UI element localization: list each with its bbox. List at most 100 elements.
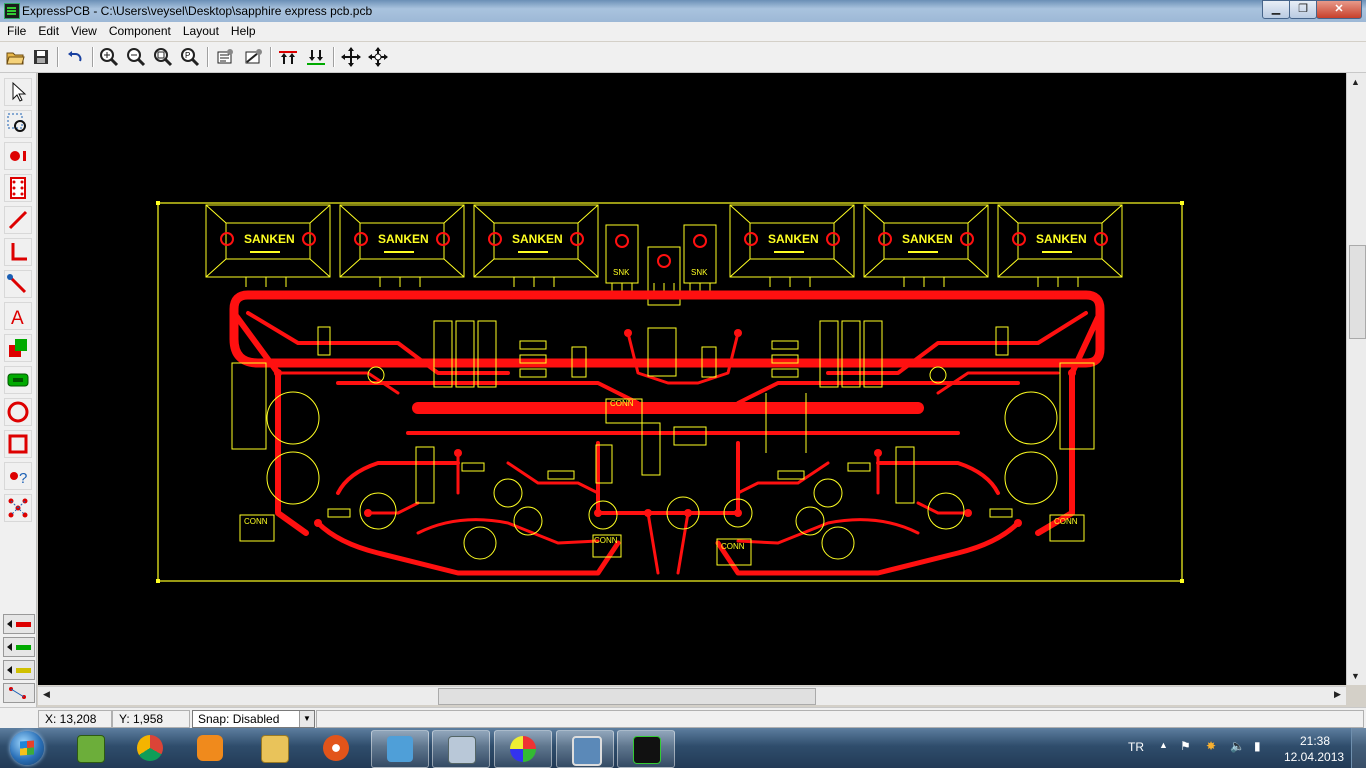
trace-icon[interactable] — [4, 206, 32, 234]
taskbar-app[interactable] — [371, 730, 429, 768]
start-button[interactable] — [4, 728, 52, 768]
taskbar-app[interactable] — [246, 730, 302, 766]
filled-shape-icon[interactable] — [4, 334, 32, 362]
pad — [274, 369, 282, 377]
sanken-transistor: SANKEN — [205, 204, 331, 287]
trace-properties-icon[interactable] — [242, 46, 264, 68]
scroll-up-icon[interactable]: ▲ — [1351, 77, 1360, 87]
zoom-select-icon[interactable] — [4, 110, 32, 138]
pad — [914, 404, 922, 412]
text-icon[interactable]: A — [4, 302, 32, 330]
pad — [786, 291, 794, 299]
top-layer-icon[interactable] — [277, 46, 299, 68]
snk-transistor: SNK — [683, 224, 717, 299]
menu-bar: File Edit View Component Layout Help — [0, 22, 1366, 41]
taskbar-app[interactable] — [308, 730, 364, 766]
taskbar-app-expresspcb[interactable] — [617, 730, 675, 768]
scroll-down-icon[interactable]: ▼ — [1351, 671, 1360, 681]
rotate-icon[interactable] — [367, 46, 389, 68]
help-icon[interactable]: ? — [4, 462, 32, 490]
zoom-previous-icon[interactable]: P — [179, 46, 201, 68]
x-coordinate: X: 13,208 — [38, 710, 112, 728]
pad — [940, 291, 948, 299]
sanken-label: SANKEN — [244, 232, 295, 246]
svg-text:?: ? — [19, 470, 27, 487]
zoom-in-icon[interactable] — [98, 46, 120, 68]
menu-help[interactable]: Help — [224, 22, 261, 41]
taskbar-app[interactable] — [182, 730, 238, 766]
taskbar-app[interactable] — [122, 730, 178, 766]
menu-component[interactable]: Component — [102, 22, 176, 41]
taskbar-app[interactable] — [62, 730, 118, 766]
chevron-down-icon[interactable]: ▼ — [299, 711, 314, 727]
ratsnest-icon[interactable] — [3, 683, 35, 703]
snk-label: SNK — [691, 268, 708, 277]
top-layer-icon[interactable] — [3, 614, 35, 634]
pcb-layout[interactable]: SANKEN SANKEN SANKEN SANKEN SANKEN SANKEN SNK… — [38, 73, 1346, 685]
place-pad-icon[interactable] — [4, 142, 32, 170]
pad — [900, 291, 908, 299]
window-title: ExpressPCB - C:\Users\veysel\Desktop\sap… — [22, 4, 373, 18]
scroll-right-icon[interactable]: ▶ — [1334, 689, 1341, 700]
open-icon[interactable] — [4, 46, 26, 68]
menu-layout[interactable]: Layout — [176, 22, 224, 41]
sanken-label: SANKEN — [1036, 232, 1087, 246]
circle-icon[interactable] — [4, 398, 32, 426]
power-icon[interactable]: ▮ — [1254, 739, 1261, 753]
horizontal-scroll-thumb[interactable] — [438, 688, 816, 705]
sanken-transistor: SANKEN — [473, 204, 599, 287]
taskbar-app[interactable] — [556, 730, 614, 768]
sanken-label: SANKEN — [378, 232, 429, 246]
sanken-label: SANKEN — [768, 232, 819, 246]
show-desktop-button[interactable] — [1351, 728, 1366, 768]
action-center-icon[interactable]: ⚑ — [1180, 739, 1191, 753]
menu-file[interactable]: File — [0, 22, 31, 41]
zoom-out-icon[interactable] — [125, 46, 147, 68]
silkscreen — [231, 320, 1095, 566]
minimize-button[interactable]: ▁ — [1262, 0, 1290, 19]
snap-dropdown[interactable]: Snap: Disabled ▼ — [192, 710, 315, 728]
horizontal-scrollbar[interactable]: ◀ ▶ — [38, 686, 1346, 705]
show-hidden-icons[interactable]: ▲ — [1159, 740, 1168, 750]
trace-end-icon[interactable] — [4, 270, 32, 298]
bottom-layer-icon[interactable] — [305, 46, 327, 68]
rectangle-icon[interactable] — [4, 430, 32, 458]
trace-corner-icon[interactable] — [4, 238, 32, 266]
save-icon[interactable] — [30, 46, 52, 68]
network-icon[interactable]: ✸ — [1206, 739, 1216, 753]
clock-time[interactable]: 21:38 — [1300, 734, 1330, 748]
menu-view[interactable]: View — [64, 22, 102, 41]
vertical-scrollbar[interactable]: ▲ ▼ — [1346, 73, 1366, 685]
taskbar-app[interactable] — [432, 730, 490, 768]
netlist-icon[interactable] — [4, 494, 32, 522]
sanken-transistor: SANKEN — [729, 204, 855, 287]
expresspcb-app-icon — [4, 3, 20, 19]
sanken-transistor: SANKEN — [997, 204, 1123, 287]
pad — [624, 329, 632, 337]
place-component-icon[interactable] — [4, 174, 32, 202]
zoom-fit-icon[interactable] — [152, 46, 174, 68]
undo-icon[interactable] — [64, 46, 86, 68]
silkscreen-layer-icon[interactable] — [3, 660, 35, 680]
scroll-left-icon[interactable]: ◀ — [43, 689, 50, 700]
clock-date[interactable]: 12.04.2013 — [1284, 750, 1344, 764]
close-button[interactable]: ✕ — [1316, 0, 1362, 19]
menu-edit[interactable]: Edit — [31, 22, 64, 41]
media-player-icon — [197, 735, 223, 761]
taskbar-app[interactable] — [494, 730, 552, 768]
snap-value: Snap: Disabled — [198, 712, 280, 726]
maximize-button[interactable]: ❐ — [1289, 0, 1317, 19]
ground-plane-icon[interactable] — [4, 366, 32, 394]
select-icon[interactable] — [4, 78, 32, 106]
bottom-layer-icon[interactable] — [3, 637, 35, 657]
component-properties-icon[interactable] — [214, 46, 236, 68]
language-indicator[interactable]: TR — [1128, 740, 1144, 754]
pcb-canvas[interactable]: SANKEN SANKEN SANKEN SANKEN SANKEN SANKEN SNK… — [38, 73, 1346, 685]
pad — [414, 404, 422, 412]
volume-icon[interactable]: 🔈 — [1230, 739, 1245, 753]
move-icon[interactable] — [340, 46, 362, 68]
pad — [416, 291, 424, 299]
vertical-scroll-thumb[interactable] — [1349, 245, 1366, 339]
pad — [1074, 291, 1082, 299]
pad — [242, 291, 250, 299]
